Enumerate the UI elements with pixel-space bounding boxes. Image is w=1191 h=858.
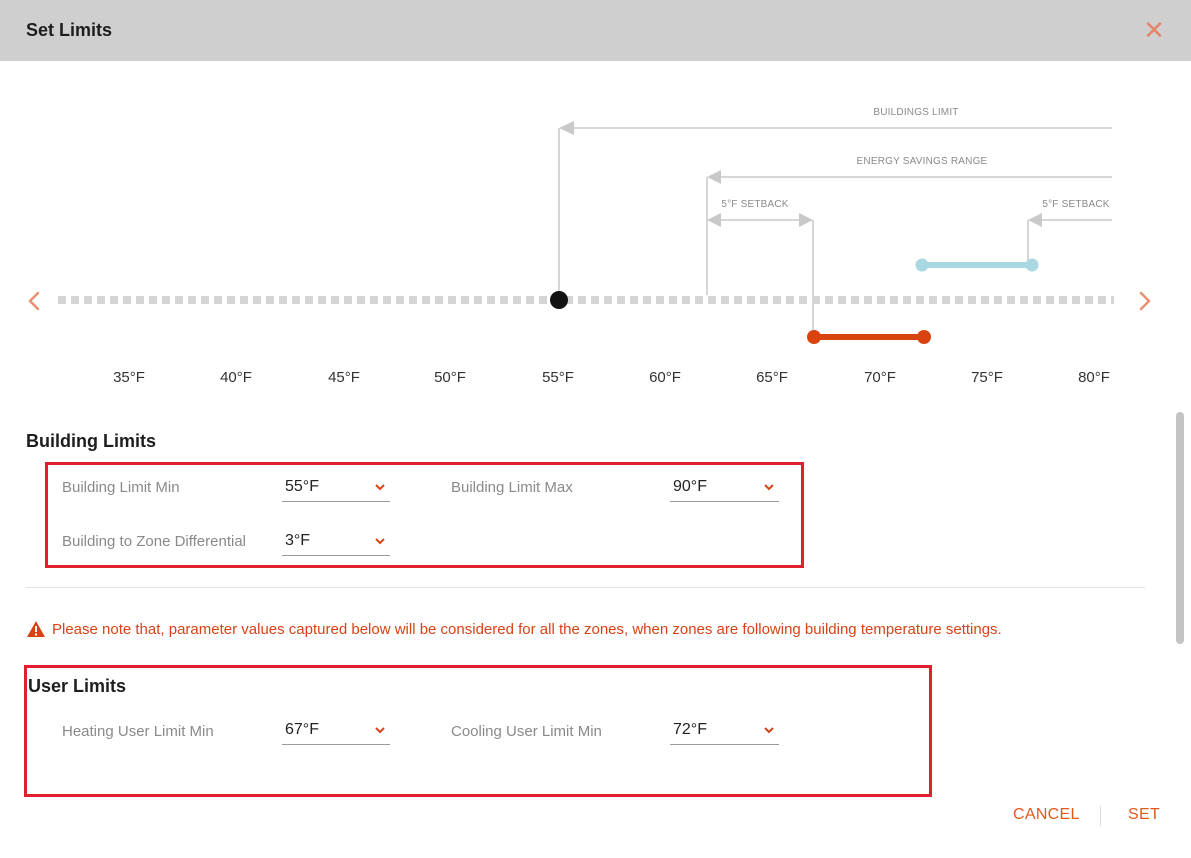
building-limits-title: Building Limits (26, 431, 156, 451)
building-zone-differential-value: 3°F (285, 532, 311, 549)
annotation-lines (558, 127, 1112, 331)
tick-label: 75°F (971, 369, 1003, 386)
notice-text: Please note that, parameter values captu… (52, 620, 1002, 638)
warning-icon (26, 620, 46, 638)
energy-savings-arrow (707, 170, 721, 184)
tick-label: 35°F (113, 369, 145, 386)
setback-left-arrow-end (799, 213, 813, 227)
user-limits-title: User Limits (28, 676, 127, 696)
heating-range-end-handle (917, 330, 931, 344)
buildings-limit-arrow (559, 121, 574, 135)
setback-right-label: 5°F SETBACK (1042, 199, 1109, 210)
cooling-user-limit-value: 72°F (673, 721, 707, 738)
temperature-scale: BUILDINGS LIMIT ENERGY SAVINGS RANGE 5°F… (0, 61, 1191, 411)
tick-label: 50°F (434, 369, 466, 386)
zones-notice: Please note that, parameter values captu… (26, 620, 1002, 638)
building-limit-max-label: Building Limit Max (451, 479, 573, 496)
building-limit-min-value: 55°F (285, 478, 319, 495)
tick-label: 65°F (756, 369, 788, 386)
chevron-down-icon (374, 482, 386, 492)
heating-user-limit-value: 67°F (285, 721, 319, 738)
setback-left-arrow-start (707, 213, 721, 227)
set-button[interactable]: SET (1128, 806, 1160, 824)
cooling-user-limit-label: Cooling User Limit Min (451, 723, 602, 740)
cooling-range-start-handle (915, 258, 929, 272)
tick-label: 80°F (1078, 369, 1110, 386)
building-limit-max-select[interactable]: 90°F (670, 474, 779, 502)
tick-label: 55°F (542, 369, 574, 386)
setback-right-arrow (1028, 213, 1042, 227)
chevron-down-icon (374, 725, 386, 735)
building-limit-marker (550, 291, 568, 309)
cooling-range-end-handle (1025, 258, 1039, 272)
setback-left-label: 5°F SETBACK (721, 199, 788, 210)
building-zone-differential-label: Building to Zone Differential (62, 533, 246, 550)
building-limit-min-select[interactable]: 55°F (282, 474, 390, 502)
chevron-down-icon (763, 482, 775, 492)
scrollbar-thumb[interactable] (1176, 412, 1184, 644)
scroll-left-icon[interactable] (22, 289, 46, 313)
chevron-down-icon (374, 536, 386, 546)
heating-user-limit-label: Heating User Limit Min (62, 723, 214, 740)
building-zone-differential-select[interactable]: 3°F (282, 528, 390, 556)
tick-label: 45°F (328, 369, 360, 386)
chevron-down-icon (763, 725, 775, 735)
heating-range-start-handle (807, 330, 821, 344)
footer-separator (1100, 806, 1101, 826)
heating-user-limit-select[interactable]: 67°F (282, 717, 390, 745)
building-limit-min-label: Building Limit Min (62, 479, 180, 496)
tick-label: 40°F (220, 369, 252, 386)
dialog-title: Set Limits (26, 20, 113, 40)
annotation-arrowheads (559, 121, 1042, 227)
tick-label: 70°F (864, 369, 896, 386)
temperature-scale-graphic: BUILDINGS LIMIT ENERGY SAVINGS RANGE 5°F… (58, 107, 1114, 344)
scale-tick-labels: 35°F 40°F 45°F 50°F 55°F 60°F 65°F 70°F … (0, 369, 1191, 393)
energy-savings-label: ENERGY SAVINGS RANGE (857, 156, 988, 167)
tick-label: 60°F (649, 369, 681, 386)
building-limit-max-value: 90°F (673, 478, 707, 495)
dialog-header: Set Limits ✕ (0, 0, 1191, 61)
cooling-user-limit-select[interactable]: 72°F (670, 717, 779, 745)
cancel-button[interactable]: CANCEL (1013, 806, 1080, 824)
buildings-limit-label: BUILDINGS LIMIT (873, 107, 958, 118)
scroll-right-icon[interactable] (1133, 289, 1157, 313)
close-icon[interactable]: ✕ (1143, 17, 1165, 43)
section-divider (26, 587, 1145, 588)
